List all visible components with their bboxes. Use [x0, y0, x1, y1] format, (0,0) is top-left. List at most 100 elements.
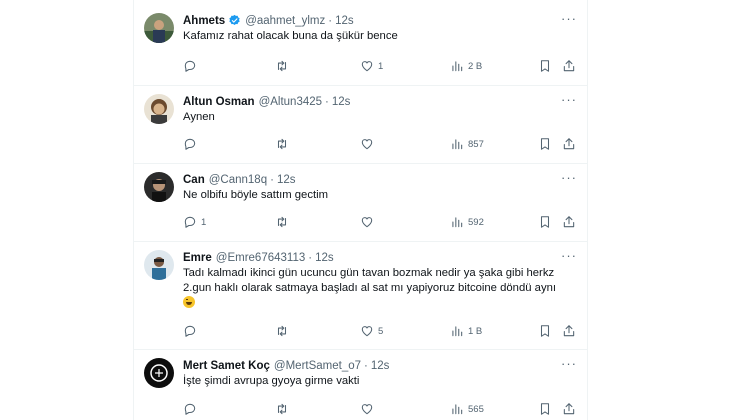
timestamp[interactable]: 12s: [371, 360, 390, 372]
reply-icon: [183, 59, 197, 73]
views-button[interactable]: 2 B: [450, 59, 482, 73]
bookmark-button[interactable]: [538, 137, 552, 151]
reply-icon: [183, 324, 197, 338]
avatar[interactable]: [144, 172, 174, 202]
more-icon[interactable]: ···: [561, 357, 577, 370]
avatar[interactable]: [144, 13, 174, 43]
share-icon: [562, 59, 576, 73]
share-button[interactable]: [562, 137, 576, 151]
verified-badge-icon: [228, 14, 241, 27]
retweet-icon: [275, 59, 289, 73]
bookmark-button[interactable]: [538, 59, 552, 73]
separator-dot: ·: [325, 95, 329, 108]
view-count: 1 B: [468, 325, 483, 337]
separator-dot: ·: [308, 251, 313, 264]
timestamp[interactable]: 12s: [332, 96, 351, 108]
share-icon: [562, 137, 576, 151]
retweet-button[interactable]: [275, 137, 293, 151]
author-name[interactable]: Altun Osman: [183, 96, 255, 108]
like-button[interactable]: 5: [360, 324, 383, 338]
bookmark-button[interactable]: [538, 402, 552, 416]
views-button[interactable]: 857: [450, 137, 484, 151]
author-handle[interactable]: @aahmet_ylmz: [245, 15, 325, 27]
tweet-text: İşte şimdi avrupa gyoya girme vakti: [183, 375, 360, 387]
share-icon: [562, 324, 576, 338]
views-icon: [450, 215, 464, 229]
retweet-button[interactable]: [275, 59, 293, 73]
separator-dot: ·: [328, 14, 333, 27]
author-name[interactable]: Ahmets: [183, 15, 225, 27]
tweet[interactable]: Ahmets @aahmet_ylmz · 12s ··· Kafamız ra…: [134, 0, 587, 86]
like-icon: [360, 402, 374, 416]
bookmark-button[interactable]: [538, 324, 552, 338]
bookmark-icon: [538, 137, 552, 151]
retweet-button[interactable]: [275, 324, 293, 338]
views-button[interactable]: 1 B: [450, 324, 482, 338]
like-button[interactable]: 1: [360, 59, 383, 73]
avatar[interactable]: [144, 358, 174, 388]
like-icon: [360, 59, 374, 73]
tweet-text: Tadı kalmadı ikinci gün ucuncu gün tavan…: [183, 266, 577, 311]
reply-button[interactable]: 1: [183, 215, 206, 229]
like-icon: [360, 215, 374, 229]
view-count: 565: [468, 403, 484, 415]
bookmark-icon: [538, 215, 552, 229]
author-handle[interactable]: @MertSamet_o7: [274, 360, 361, 372]
views-button[interactable]: 592: [450, 215, 484, 229]
share-button[interactable]: [562, 324, 576, 338]
bookmark-icon: [538, 59, 552, 73]
tweet[interactable]: Altun Osman @Altun3425 · 12s ··· Aynen 8…: [134, 86, 587, 164]
author-handle[interactable]: @Altun3425: [259, 96, 322, 108]
tweet-text: Ne olbifu böyle sattım gectim: [183, 189, 329, 201]
avatar[interactable]: [144, 94, 174, 124]
more-icon[interactable]: ···: [561, 12, 577, 25]
views-button[interactable]: 565: [450, 402, 484, 416]
reply-icon: [183, 137, 197, 151]
author-name[interactable]: Can: [183, 174, 205, 186]
retweet-icon: [275, 137, 289, 151]
like-count: 1: [378, 60, 384, 72]
reply-icon: [183, 215, 197, 229]
reply-button[interactable]: [183, 137, 201, 151]
share-icon: [562, 215, 576, 229]
tweet[interactable]: Emre @Emre67643113 · 12s ··· Tadı kalmad…: [134, 242, 587, 350]
reply-count: 1: [201, 216, 207, 228]
author-handle[interactable]: @Cann18q: [209, 174, 267, 186]
more-icon[interactable]: ···: [561, 249, 577, 262]
retweet-icon: [275, 215, 289, 229]
like-icon: [360, 137, 374, 151]
retweet-button[interactable]: [275, 215, 293, 229]
like-button[interactable]: [360, 402, 378, 416]
tweet[interactable]: Mert Samet Koç @MertSamet_o7 · 12s ··· İ…: [134, 350, 587, 420]
view-count: 857: [468, 138, 484, 150]
share-button[interactable]: [562, 402, 576, 416]
views-icon: [450, 324, 464, 338]
tweet[interactable]: Can @Cann18q · 12s ··· Ne olbifu böyle s…: [134, 164, 587, 242]
retweet-icon: [275, 402, 289, 416]
retweet-button[interactable]: [275, 402, 293, 416]
like-icon: [360, 324, 374, 338]
bookmark-button[interactable]: [538, 215, 552, 229]
timestamp[interactable]: 12s: [335, 15, 354, 27]
author-name[interactable]: Mert Samet Koç: [183, 360, 270, 372]
more-icon[interactable]: ···: [561, 171, 577, 184]
reply-button[interactable]: [183, 324, 201, 338]
view-count: 592: [468, 216, 484, 228]
author-handle[interactable]: @Emre67643113: [216, 252, 305, 264]
author-name[interactable]: Emre: [183, 252, 212, 264]
view-count: 2 B: [468, 60, 483, 72]
share-button[interactable]: [562, 59, 576, 73]
like-button[interactable]: [360, 137, 378, 151]
share-button[interactable]: [562, 215, 576, 229]
timestamp[interactable]: 12s: [315, 252, 334, 264]
laughing-emoji-icon: [183, 296, 195, 308]
tweet-text: Aynen: [183, 111, 215, 123]
reply-button[interactable]: [183, 402, 201, 416]
timeline: Ahmets @aahmet_ylmz · 12s ··· Kafamız ra…: [133, 0, 588, 420]
more-icon[interactable]: ···: [561, 93, 577, 106]
avatar[interactable]: [144, 250, 174, 280]
like-button[interactable]: [360, 215, 378, 229]
timestamp[interactable]: 12s: [277, 174, 296, 186]
separator-dot: ·: [364, 359, 368, 372]
reply-button[interactable]: [183, 59, 201, 73]
